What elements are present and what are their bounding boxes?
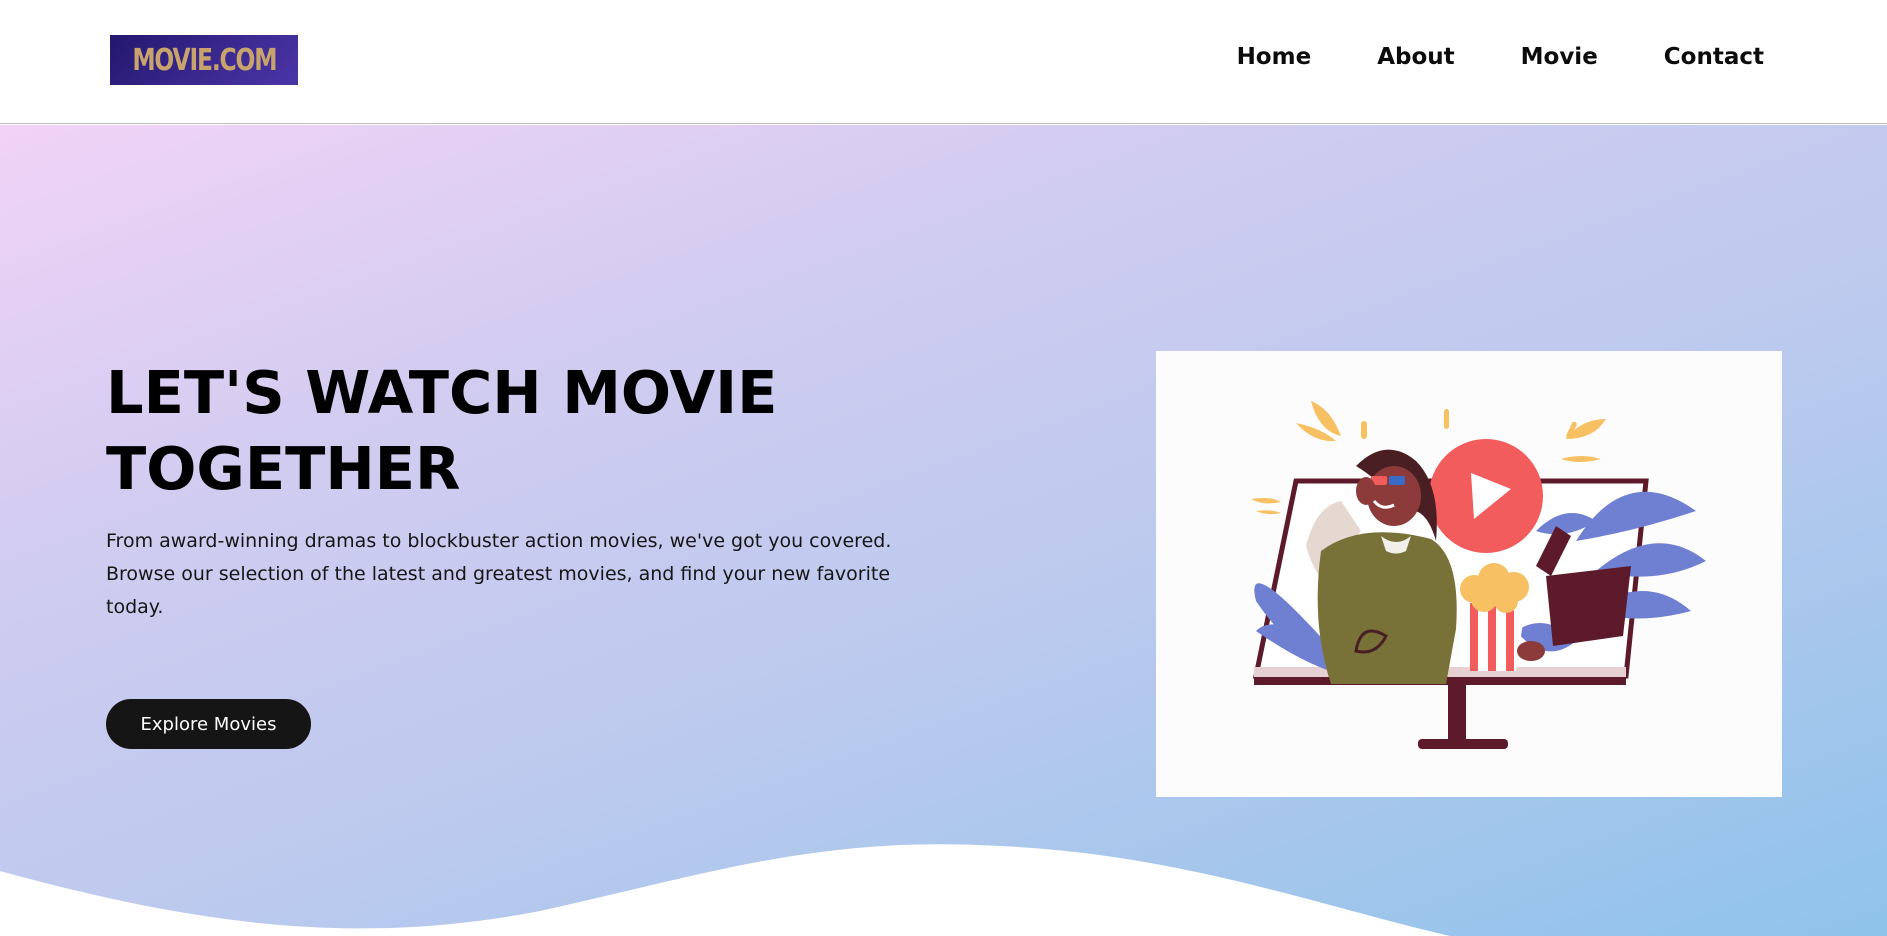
- logo-text: MOVIE.COM: [131, 42, 277, 78]
- explore-movies-button[interactable]: Explore Movies: [106, 699, 311, 749]
- nav-movie-link[interactable]: Movie: [1521, 44, 1598, 70]
- woman-popcorn-monitor-icon: [1251, 401, 1706, 749]
- nav-contact-link[interactable]: Contact: [1664, 44, 1764, 70]
- hero-bottom-wave: [0, 844, 1450, 936]
- site-logo[interactable]: MOVIE.COM: [110, 35, 298, 85]
- site-header: MOVIE.COM Home About Movie Contact: [0, 0, 1887, 124]
- hero-title: LET'S WATCH MOVIE TOGETHER: [106, 355, 866, 507]
- hero-section: LET'S WATCH MOVIE TOGETHER From award-wi…: [0, 125, 1887, 936]
- main-nav: Home About Movie Contact: [1237, 44, 1764, 70]
- nav-home-link[interactable]: Home: [1237, 44, 1312, 70]
- hero-description: From award-winning dramas to blockbuster…: [106, 530, 892, 618]
- hero-illustration: [1156, 351, 1782, 797]
- nav-about-link[interactable]: About: [1377, 44, 1454, 70]
- hero-title-line1: LET'S WATCH MOVIE: [106, 358, 778, 427]
- hero-title-line2: TOGETHER: [106, 434, 461, 503]
